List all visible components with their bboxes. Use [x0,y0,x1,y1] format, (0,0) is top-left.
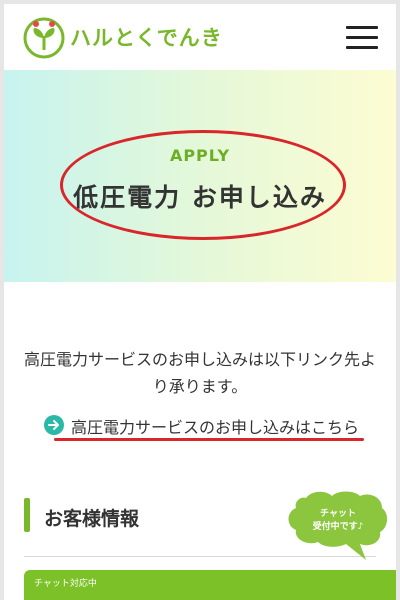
high-voltage-application-link[interactable]: 高圧電力サービスのお申し込みはこちら [44,412,364,440]
chat-bubble-status: 受付中です♪ [312,522,364,532]
brand-name[interactable]: ハルとくでんき [70,22,223,52]
hamburger-menu-icon[interactable] [346,26,378,50]
section-accent-bar [24,498,30,532]
service-description: 高圧電力サービスのお申し込みは以下リンク先より承ります。 [23,350,376,396]
link-highlight-underline [54,438,364,441]
site-header: ハルとくでんき [4,4,396,70]
chat-bubble-label: チャット [320,509,356,519]
arrow-right-icon [44,415,64,435]
page-frame: ハルとくでんき APPLY 低圧電力 お申し込み 高圧電力サービスのお申し込みは… [4,4,396,600]
link-label[interactable]: 高圧電力サービスのお申し込みはこちら [71,414,359,438]
title-highlight-ellipse [60,130,346,240]
chat-bubble-button[interactable]: チャット 受付中です♪ [286,488,390,564]
chat-support-bar[interactable]: チャット対応中 [24,570,396,600]
sprout-logo-icon[interactable] [22,16,66,60]
chat-bar-label: チャット対応中 [34,579,97,589]
section-title-customer-info: お客様情報 [44,508,140,530]
